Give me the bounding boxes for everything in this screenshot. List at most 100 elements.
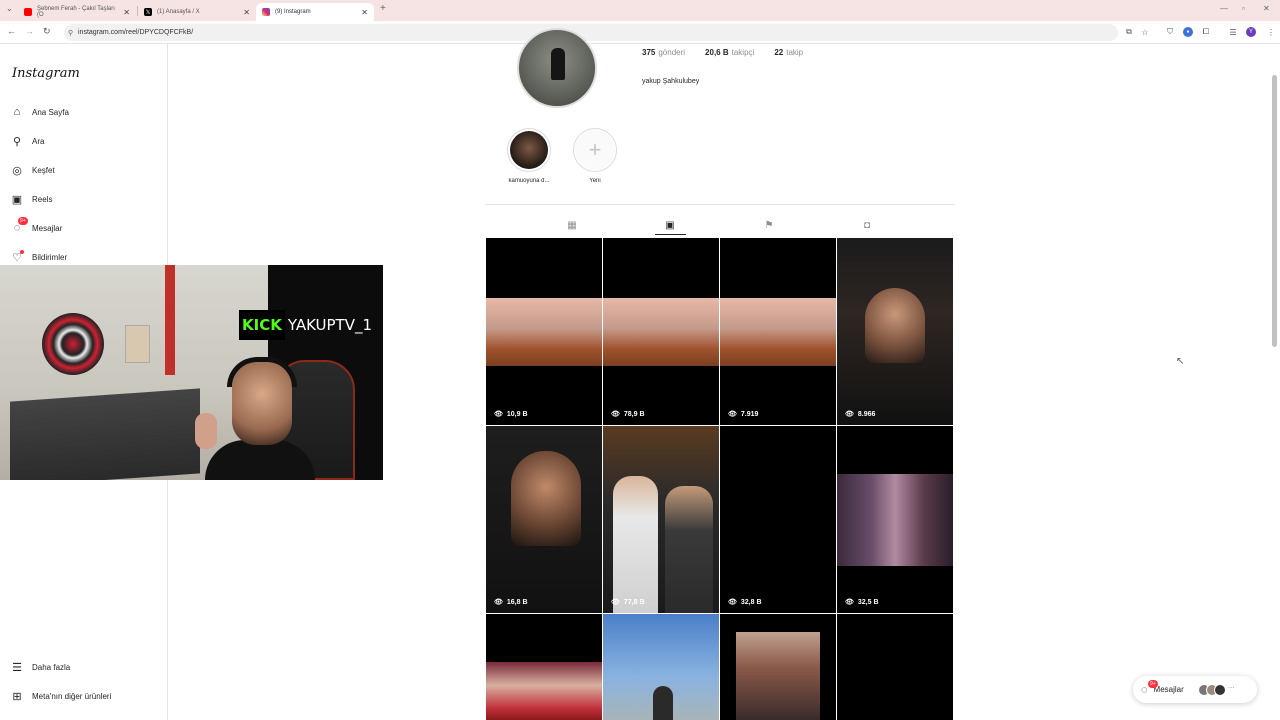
home-icon: ⌂ <box>13 106 21 118</box>
profile-avatar[interactable] <box>517 28 597 108</box>
sidebar-item-messages[interactable]: ◌ 9+ Mesajlar <box>11 217 62 234</box>
reel-tile[interactable]: 👁 8.966 <box>837 238 953 425</box>
forward-icon[interactable]: → <box>25 26 34 36</box>
notification-badge: 9+ <box>18 217 28 225</box>
reel-tile[interactable] <box>837 614 953 720</box>
sidebar-item-notifications[interactable]: ♡ Bildirimler <box>11 250 68 264</box>
reel-views: 👁 32,5 B <box>845 598 879 607</box>
tab-title: (9) Instagram <box>275 9 311 15</box>
story-highlight[interactable]: kamuoyuna d... <box>507 128 551 184</box>
address-bar[interactable]: ⚲ instagram.com/reel/DPYCDQFCFkB/ <box>64 24 1118 41</box>
youtube-favicon-icon <box>24 8 32 16</box>
tinsel <box>165 265 175 375</box>
sidebar-item-explore[interactable]: ◎ Keşfet <box>11 164 55 177</box>
views-count: 32,5 B <box>857 598 879 606</box>
tab-title: Şebnem Ferah - Çakıl Taşları (O <box>37 6 115 18</box>
sidebar-item-label: Daha fazla <box>32 662 71 672</box>
highlight-label: kamuoyuna d... <box>508 178 550 184</box>
reel-tile[interactable]: 👁 78,9 B <box>603 238 719 425</box>
extensions-puzzle-icon[interactable]: ⧠ <box>1201 27 1211 37</box>
profile-full-name: yakup Şahkulubey <box>642 78 700 85</box>
instagram-logo[interactable]: Instagram <box>12 66 80 81</box>
following-stat[interactable]: 22 takip <box>774 48 803 57</box>
tab-list-chevron-icon[interactable]: ⌄ <box>6 4 13 13</box>
followers-label: takipçi <box>731 48 755 57</box>
kick-channel-name: YAKUPTV_1 <box>287 316 373 334</box>
highlight-cover <box>510 131 548 169</box>
notification-dot <box>20 250 24 254</box>
plus-icon: + <box>575 130 615 170</box>
eye-icon: 👁 <box>728 599 737 606</box>
following-count: 22 <box>774 48 784 57</box>
reel-tile[interactable] <box>720 614 836 720</box>
eye-icon: 👁 <box>845 599 854 606</box>
messages-pill[interactable]: ◌ 9+ Mesajlar ⋯ <box>1133 676 1257 703</box>
extension-icon[interactable]: ● <box>1183 27 1193 37</box>
reel-tile[interactable]: 👁 7.919 <box>720 238 836 425</box>
following-label: takip <box>786 48 804 57</box>
reel-tile[interactable]: 👁 32,5 B <box>837 426 953 613</box>
sidebar-item-reels[interactable]: ▣ Reels <box>11 193 53 206</box>
back-icon[interactable]: ← <box>7 26 16 36</box>
browser-tab-instagram[interactable]: (9) Instagram ✕ <box>256 3 374 21</box>
tab-title: (1) Anasayfa / X <box>157 9 200 15</box>
close-tab-icon[interactable]: ✕ <box>361 8 368 17</box>
views-count: 8.966 <box>857 410 876 418</box>
posts-stat[interactable]: 375 gönderi <box>642 48 685 57</box>
reel-tile[interactable]: 👁 32,8 B <box>720 426 836 613</box>
close-tab-icon[interactable]: ✕ <box>123 8 130 17</box>
reel-views: 👁 16,8 B <box>494 598 528 607</box>
sidebar-item-label: Meta'nın diğer ürünleri <box>32 691 112 701</box>
close-window-icon[interactable]: ✕ <box>1263 4 1270 13</box>
profile-tabs: ▦ ▣ ⚑ ◘ <box>486 204 954 238</box>
eye-icon: 👁 <box>611 599 620 606</box>
reel-tile[interactable] <box>603 614 719 720</box>
new-highlight-button[interactable]: + Yeni <box>573 128 617 184</box>
browser-tab-youtube[interactable]: Şebnem Ferah - Çakıl Taşları (O ✕ <box>18 3 136 21</box>
browser-toolbar: ← → ↻ ⚲ instagram.com/reel/DPYCDQFCFkB/ … <box>0 21 1280 44</box>
views-count: 10,9 B <box>506 410 528 418</box>
highlight-label: Yeni <box>589 178 601 184</box>
browser-tab-x[interactable]: 𝕏 (1) Anasayfa / X ✕ <box>138 3 256 21</box>
search-icon: ⚲ <box>12 135 22 148</box>
views-count: 16,8 B <box>506 598 528 606</box>
maximize-icon[interactable]: ▫ <box>1242 4 1245 13</box>
sidebar-item-home[interactable]: ⌂ Ana Sayfa <box>11 106 69 118</box>
messages-pill-label: Mesajlar <box>1153 685 1184 694</box>
new-tab-button[interactable]: + <box>380 3 386 14</box>
close-tab-icon[interactable]: ✕ <box>243 8 250 17</box>
reel-tile[interactable]: 👁 10,9 B <box>486 238 602 425</box>
reload-icon[interactable]: ↻ <box>43 26 51 37</box>
sidebar-item-search[interactable]: ⚲ Ara <box>11 135 44 148</box>
install-app-icon[interactable]: ⧉ <box>1124 27 1134 37</box>
tagged-icon[interactable]: ◘ <box>861 219 873 231</box>
views-count: 32,8 B <box>740 598 762 606</box>
reel-views: 👁 77,8 B <box>611 598 645 607</box>
reel-tile[interactable]: 👁 16,8 B <box>486 426 602 613</box>
reels-tab-icon[interactable]: ▣ <box>664 219 676 231</box>
browser-menu-icon[interactable]: ⋮ <box>1266 27 1276 37</box>
profile-avatar-icon[interactable]: Y <box>1246 27 1256 37</box>
sidebar-item-label: Bildirimler <box>32 252 68 262</box>
recent-contacts: ⋯ <box>1197 683 1235 696</box>
eye-icon: 👁 <box>494 599 503 606</box>
followers-stat[interactable]: 20,6 Btakipçi <box>705 48 754 57</box>
saved-icon[interactable]: ⚑ <box>763 219 775 231</box>
reel-tile[interactable]: 👁 77,8 B <box>603 426 719 613</box>
site-info-icon[interactable]: ⚲ <box>68 29 73 37</box>
grid-icon[interactable]: ▦ <box>566 219 578 231</box>
sidebar-item-label: Reels <box>32 194 53 204</box>
reel-views: 👁 32,8 B <box>728 598 762 607</box>
sidebar-item-meta[interactable]: ⊞ Meta'nın diğer ürünleri <box>11 690 112 703</box>
views-count: 78,9 B <box>623 410 645 418</box>
followers-count: 20,6 B <box>705 48 729 57</box>
tab-search-icon[interactable]: ☰ <box>1228 27 1238 37</box>
sidebar-item-more[interactable]: ☰ Daha fazla <box>11 661 71 674</box>
reel-tile[interactable] <box>486 614 602 720</box>
x-favicon-icon: 𝕏 <box>144 8 152 16</box>
minimize-icon[interactable]: — <box>1220 4 1228 13</box>
extension-shield-icon[interactable]: ⛉ <box>1165 27 1175 37</box>
page-scrollbar[interactable] <box>1272 75 1277 347</box>
reel-views: 👁 78,9 B <box>611 410 645 419</box>
bookmark-star-icon[interactable]: ☆ <box>1140 27 1150 37</box>
